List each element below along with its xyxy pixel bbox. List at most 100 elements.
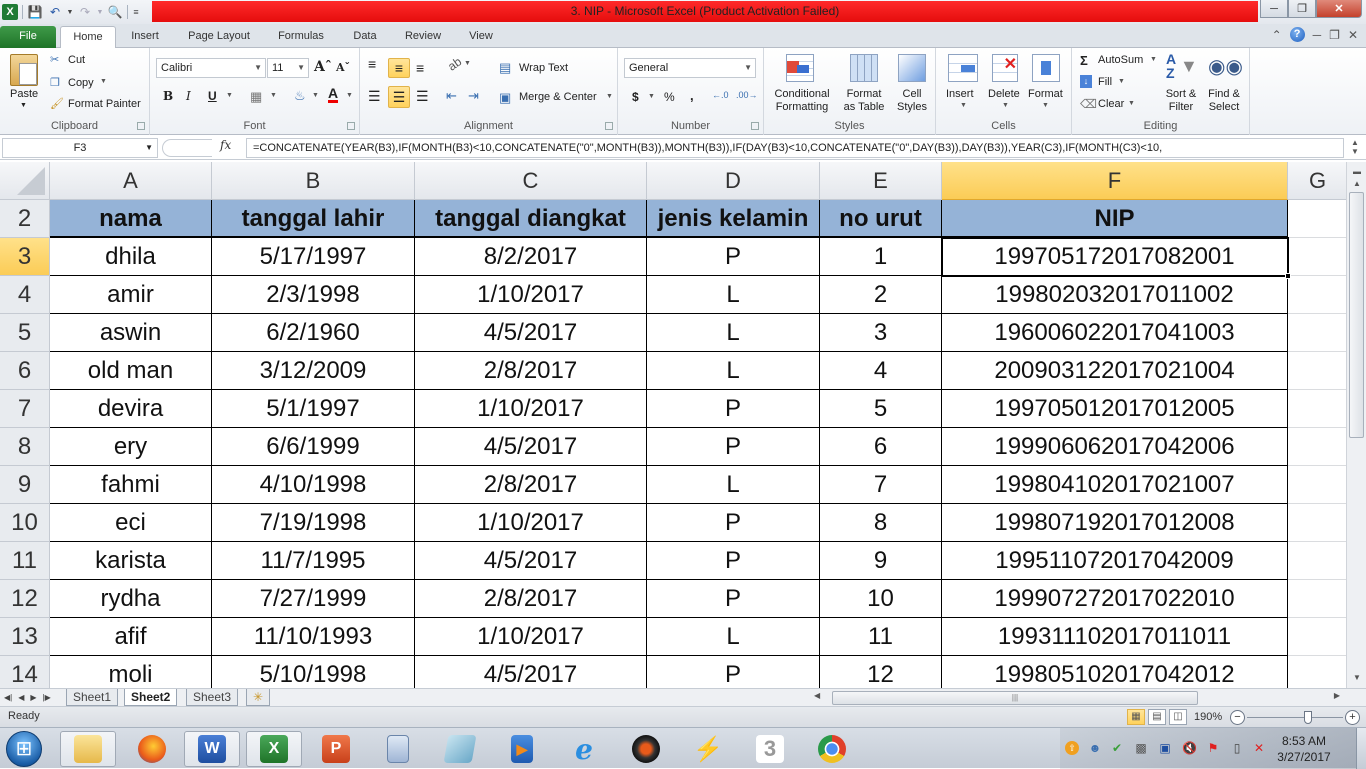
tab-data[interactable]: Data bbox=[342, 26, 388, 48]
taskbar-windows-explorer[interactable] bbox=[60, 731, 116, 767]
cell-g2[interactable] bbox=[1288, 200, 1346, 238]
percent-button[interactable]: % bbox=[664, 90, 675, 104]
decrease-indent-icon[interactable]: ⇤ bbox=[446, 88, 457, 104]
cell-e4[interactable]: 2 bbox=[820, 276, 942, 314]
cell-b7[interactable]: 5/1/1997 bbox=[212, 390, 415, 428]
cell-e9[interactable]: 7 bbox=[820, 466, 942, 504]
cell-c3[interactable]: 8/2/2017 bbox=[415, 238, 647, 276]
row-header-2[interactable]: 2 bbox=[0, 200, 50, 238]
cell-f5[interactable]: 196006022017041003 bbox=[942, 314, 1288, 352]
taskbar-calculator[interactable] bbox=[370, 731, 426, 767]
sheet-tab-sheet3[interactable]: Sheet3 bbox=[186, 689, 239, 706]
font-launcher-icon[interactable] bbox=[347, 122, 355, 130]
cell-g12[interactable] bbox=[1288, 580, 1346, 618]
cell-e12[interactable]: 10 bbox=[820, 580, 942, 618]
cell-b8[interactable]: 6/6/1999 bbox=[212, 428, 415, 466]
cell-c9[interactable]: 2/8/2017 bbox=[415, 466, 647, 504]
fill-color-icon[interactable]: ♨ bbox=[294, 88, 306, 104]
column-header-g[interactable]: G bbox=[1288, 162, 1346, 200]
cell-d13[interactable]: L bbox=[647, 618, 820, 656]
scroll-left-icon[interactable]: ◀ bbox=[814, 691, 820, 700]
row-header-14[interactable]: 14 bbox=[0, 656, 50, 688]
cell-g9[interactable] bbox=[1288, 466, 1346, 504]
cell-e3[interactable]: 1 bbox=[820, 238, 942, 276]
cell-d7[interactable]: P bbox=[647, 390, 820, 428]
number-format-select[interactable]: General ▼ bbox=[624, 58, 756, 78]
row-header-12[interactable]: 12 bbox=[0, 580, 50, 618]
paste-icon[interactable] bbox=[10, 54, 38, 86]
cell-d10[interactable]: P bbox=[647, 504, 820, 542]
undo-dropdown-icon[interactable]: ▼ bbox=[67, 4, 74, 20]
cell-g5[interactable] bbox=[1288, 314, 1346, 352]
scroll-up-icon[interactable]: ▲ bbox=[1347, 176, 1366, 192]
zoom-slider[interactable]: − + bbox=[1230, 710, 1362, 726]
autosum-dropdown-icon[interactable]: ▼ bbox=[1150, 56, 1157, 63]
cell-e14[interactable]: 12 bbox=[820, 656, 942, 688]
sheet-tab-sheet1[interactable]: Sheet1 bbox=[66, 689, 119, 706]
redo-icon[interactable]: ↷ bbox=[77, 4, 93, 20]
vertical-scrollbar[interactable]: ▬ ▲ ▼ bbox=[1346, 162, 1366, 688]
cell-a8[interactable]: ery bbox=[50, 428, 212, 466]
cell-a12[interactable]: rydha bbox=[50, 580, 212, 618]
cell-b6[interactable]: 3/12/2009 bbox=[212, 352, 415, 390]
cell-c13[interactable]: 1/10/2017 bbox=[415, 618, 647, 656]
grow-font-icon[interactable]: Aˆ bbox=[314, 59, 332, 75]
cell-b4[interactable]: 2/3/1998 bbox=[212, 276, 415, 314]
cell-d4[interactable]: L bbox=[647, 276, 820, 314]
cell-c5[interactable]: 4/5/2017 bbox=[415, 314, 647, 352]
device-icon[interactable]: ▩ bbox=[1134, 741, 1148, 755]
cell-d3[interactable]: P bbox=[647, 238, 820, 276]
clipboard-launcher-icon[interactable] bbox=[137, 122, 145, 130]
cell-c14[interactable]: 4/5/2017 bbox=[415, 656, 647, 688]
name-box[interactable]: F3 ▼ bbox=[2, 138, 158, 158]
zoom-thumb[interactable] bbox=[1304, 711, 1312, 724]
format-painter-button[interactable]: Format Painter bbox=[68, 98, 141, 110]
undo-icon[interactable]: ↶ bbox=[47, 4, 63, 20]
align-bottom-icon[interactable]: ≡ bbox=[416, 60, 424, 76]
tab-home[interactable]: Home bbox=[60, 26, 116, 49]
align-top-icon[interactable]: ≡ bbox=[368, 56, 376, 72]
cell-g3[interactable] bbox=[1288, 238, 1346, 276]
page-break-view-icon[interactable]: ◫ bbox=[1169, 709, 1187, 725]
row-header-10[interactable]: 10 bbox=[0, 504, 50, 542]
show-desktop-button[interactable] bbox=[1356, 728, 1366, 769]
cell-c8[interactable]: 4/5/2017 bbox=[415, 428, 647, 466]
start-button[interactable] bbox=[6, 731, 42, 767]
zoom-out-icon[interactable]: − bbox=[1230, 710, 1245, 725]
taskbar-internet-explorer[interactable]: e bbox=[556, 731, 612, 767]
excel-app-icon[interactable]: X bbox=[2, 4, 18, 20]
cell-e6[interactable]: 4 bbox=[820, 352, 942, 390]
help-icon[interactable]: ? bbox=[1289, 27, 1305, 42]
cell-f3[interactable]: 199705172017082001 bbox=[942, 238, 1288, 276]
cell-c6[interactable]: 2/8/2017 bbox=[415, 352, 647, 390]
column-header-b[interactable]: B bbox=[212, 162, 415, 200]
cell-b11[interactable]: 11/7/1995 bbox=[212, 542, 415, 580]
cell-c7[interactable]: 1/10/2017 bbox=[415, 390, 647, 428]
format-as-table-button[interactable]: Format as Table bbox=[838, 88, 890, 114]
cell-f6[interactable]: 200903122017021004 bbox=[942, 352, 1288, 390]
orientation-icon[interactable]: ab bbox=[445, 54, 464, 73]
cell-e2[interactable]: no urut bbox=[820, 200, 942, 238]
network-monitor-icon[interactable]: ▣ bbox=[1158, 741, 1172, 755]
number-launcher-icon[interactable] bbox=[751, 122, 759, 130]
insert-function-icon[interactable]: fx bbox=[220, 138, 231, 152]
cell-g8[interactable] bbox=[1288, 428, 1346, 466]
decrease-decimal-icon[interactable]: .00→ bbox=[736, 90, 758, 100]
action-center-flag-icon[interactable]: ⚑ bbox=[1206, 741, 1220, 755]
taskbar-system-tool[interactable] bbox=[618, 731, 674, 767]
cell-d6[interactable]: L bbox=[647, 352, 820, 390]
cell-b13[interactable]: 11/10/1993 bbox=[212, 618, 415, 656]
minimize-ribbon-icon[interactable]: ⌃ bbox=[1272, 28, 1282, 42]
taskbar-word[interactable]: W bbox=[184, 731, 240, 767]
tab-formulas[interactable]: Formulas bbox=[268, 26, 334, 48]
cell-e8[interactable]: 6 bbox=[820, 428, 942, 466]
tab-insert[interactable]: Insert bbox=[120, 26, 170, 48]
cell-a2[interactable]: nama bbox=[50, 200, 212, 238]
align-middle-icon[interactable]: ≡ bbox=[388, 58, 410, 78]
conditional-formatting-button[interactable]: Conditional Formatting bbox=[770, 88, 834, 114]
insert-cells-button[interactable]: Insert bbox=[946, 88, 974, 100]
column-header-e[interactable]: E bbox=[820, 162, 942, 200]
font-name-select[interactable]: Calibri ▼ bbox=[156, 58, 266, 78]
row-header-8[interactable]: 8 bbox=[0, 428, 50, 466]
cell-e13[interactable]: 11 bbox=[820, 618, 942, 656]
